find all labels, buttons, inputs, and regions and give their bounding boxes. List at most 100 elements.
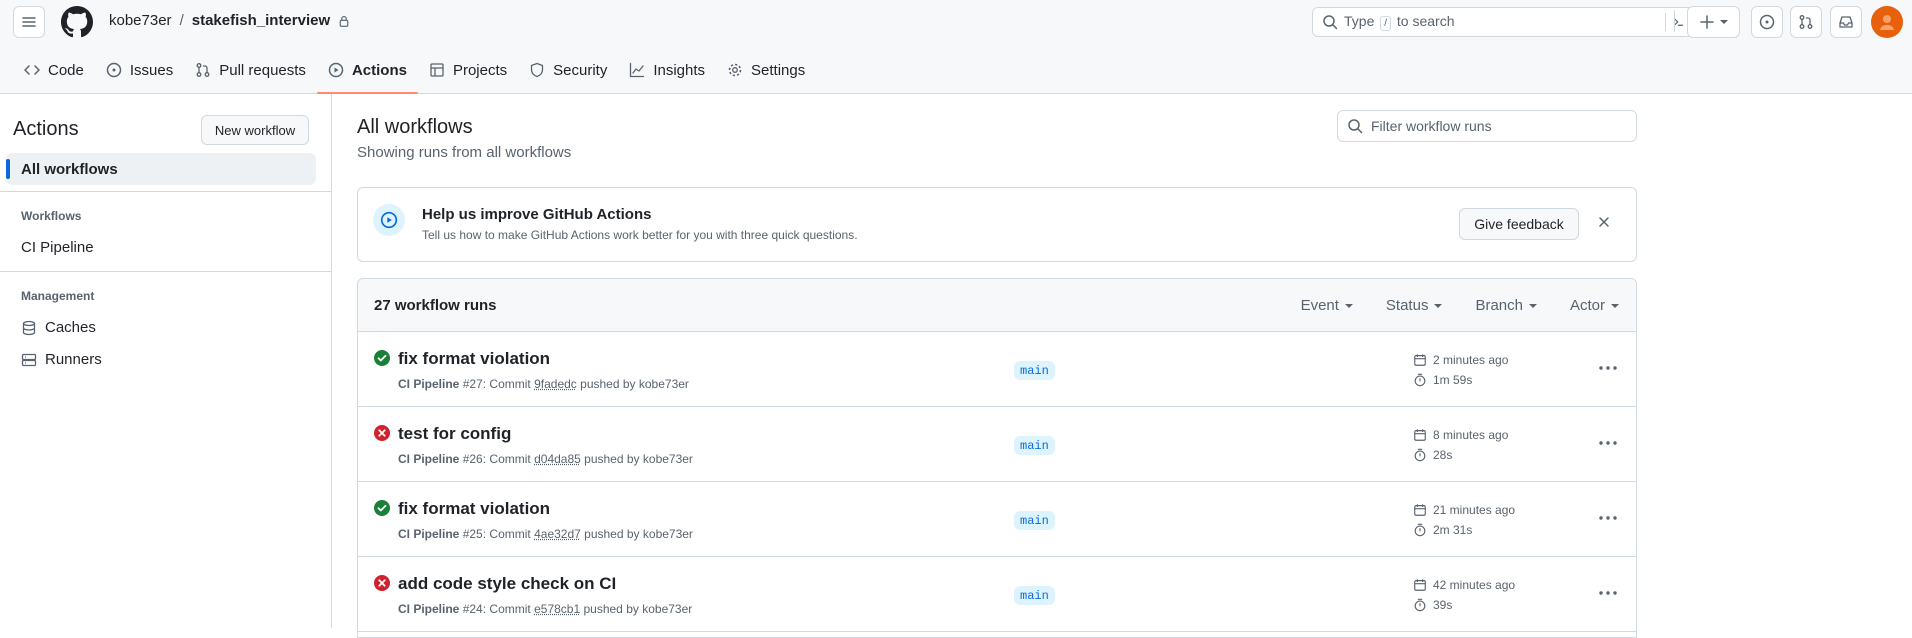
tab-label: Code (48, 61, 84, 79)
owner-link[interactable]: kobe73er (109, 12, 172, 29)
gear-icon (728, 63, 742, 77)
actor-filter[interactable]: Actor (1570, 297, 1620, 314)
kebab-horizontal-icon (1599, 441, 1617, 445)
issue-icon (106, 62, 122, 78)
global-search[interactable]: Type / to search (1312, 7, 1694, 37)
caret-down-icon (1344, 303, 1353, 308)
workflow-run-row[interactable]: test for config CI Pipeline #26: Commit … (358, 407, 1636, 482)
new-workflow-button[interactable]: New workflow (201, 115, 309, 145)
menu-button[interactable] (13, 6, 45, 38)
actions-sidebar: Actions New workflow All workflows Workf… (0, 94, 332, 628)
tab-security[interactable]: Security (518, 48, 618, 92)
run-title-link[interactable]: add code style check on CI (398, 574, 616, 594)
runs-header: 27 workflow runs Event Status Branch Act… (358, 279, 1636, 332)
workflow-run-row[interactable]: add code style check on CI CI Pipeline #… (358, 557, 1636, 632)
tab-actions[interactable]: Actions (316, 48, 418, 94)
tab-projects[interactable]: Projects (418, 48, 518, 92)
banner-text: Tell us how to make GitHub Actions work … (422, 228, 858, 242)
status-filter[interactable]: Status (1386, 297, 1444, 314)
server-icon (21, 353, 37, 366)
runs-filters: Event Status Branch Actor (1301, 297, 1620, 314)
top-header: kobe73er / stakefish_interview Type / to… (0, 0, 1912, 94)
caret-down-icon (1434, 303, 1443, 308)
run-title-link[interactable]: fix format violation (398, 499, 550, 519)
tab-code[interactable]: Code (13, 48, 95, 92)
run-menu-button[interactable] (1597, 435, 1619, 451)
stopwatch-icon (1414, 448, 1426, 462)
database-icon (22, 320, 36, 335)
sidebar-item-caches[interactable]: Caches (21, 319, 96, 336)
repo-nav-tabs: Code Issues Pull requests Actions Projec… (13, 48, 816, 94)
filter-workflow-runs-input[interactable]: Filter workflow runs (1337, 110, 1637, 142)
tab-label: Actions (351, 61, 407, 79)
run-title-link[interactable]: fix format violation (398, 349, 550, 369)
commit-sha-link[interactable]: 9fadedc (534, 377, 577, 391)
kebab-horizontal-icon (1599, 516, 1617, 520)
pull-requests-button[interactable] (1790, 6, 1822, 38)
banner-title: Help us improve GitHub Actions (422, 206, 652, 223)
search-icon (1348, 119, 1363, 134)
workflow-run-row[interactable]: fix format violation CI Pipeline #27: Co… (358, 332, 1636, 407)
tab-issues[interactable]: Issues (95, 48, 184, 92)
tab-settings[interactable]: Settings (716, 48, 816, 92)
branch-label[interactable]: main (1014, 436, 1055, 455)
shield-icon (530, 62, 544, 78)
branch-filter[interactable]: Branch (1475, 297, 1538, 314)
page-title: All workflows (357, 116, 473, 138)
run-title-link[interactable]: test for config (398, 424, 511, 444)
github-logo-icon[interactable] (61, 6, 93, 38)
sidebar-item-ci-pipeline[interactable]: CI Pipeline (21, 239, 94, 256)
sidebar-item-label: Caches (45, 319, 96, 336)
run-menu-button[interactable] (1597, 510, 1619, 526)
repo-link[interactable]: stakefish_interview (192, 12, 330, 29)
user-avatar[interactable] (1871, 6, 1903, 38)
run-duration: 2m 31s (1413, 523, 1472, 537)
issues-button[interactable] (1751, 6, 1783, 38)
workflow-runs-list: 27 workflow runs Event Status Branch Act… (357, 278, 1637, 638)
run-menu-button[interactable] (1597, 360, 1619, 376)
sidebar-item-runners[interactable]: Runners (21, 351, 102, 368)
run-menu-button[interactable] (1597, 585, 1619, 601)
tab-label: Pull requests (219, 61, 306, 79)
graph-icon (630, 62, 645, 78)
give-feedback-button[interactable]: Give feedback (1459, 208, 1579, 240)
dismiss-banner-button[interactable] (1596, 214, 1612, 230)
commit-sha-link[interactable]: e578cb1 (534, 602, 580, 616)
x-circle-icon (374, 425, 390, 441)
caret-down-icon (1528, 303, 1537, 308)
commit-sha-link[interactable]: 4ae32d7 (534, 527, 581, 541)
branch-label[interactable]: main (1014, 586, 1055, 605)
issue-opened-icon (1759, 14, 1775, 30)
run-time: 2 minutes ago (1413, 353, 1508, 367)
branch-label[interactable]: main (1014, 361, 1055, 380)
run-duration: 1m 59s (1413, 373, 1472, 387)
tab-pull-requests[interactable]: Pull requests (184, 48, 317, 92)
tab-label: Issues (129, 61, 174, 79)
calendar-icon (1414, 354, 1426, 366)
inbox-icon (1839, 16, 1853, 28)
commit-sha-link[interactable]: d04da85 (534, 452, 581, 466)
breadcrumb: kobe73er / stakefish_interview (109, 12, 350, 29)
create-new-button[interactable] (1687, 6, 1740, 38)
tab-label: Insights (653, 61, 706, 79)
pull-request-icon (1799, 15, 1813, 29)
sidebar-divider (0, 271, 331, 272)
stopwatch-icon (1414, 373, 1426, 387)
event-filter[interactable]: Event (1301, 297, 1354, 314)
caret-down-icon (1611, 303, 1619, 308)
runs-count: 27 workflow runs (374, 297, 497, 314)
header-row: kobe73er / stakefish_interview Type / to… (0, 0, 1912, 44)
sidebar-item-label: Runners (45, 351, 102, 368)
check-circle-icon (374, 500, 390, 516)
header-divider (1674, 10, 1675, 32)
calendar-icon (1414, 429, 1426, 441)
tab-label: Projects (452, 61, 508, 79)
branch-label[interactable]: main (1014, 511, 1055, 530)
run-duration: 28s (1413, 448, 1452, 462)
run-meta: CI Pipeline #25: Commit 4ae32d7 pushed b… (398, 527, 693, 541)
tab-insights[interactable]: Insights (618, 48, 716, 92)
sidebar-item-all-workflows[interactable]: All workflows (6, 153, 316, 185)
workflow-run-row[interactable]: fix format violation CI Pipeline #25: Co… (358, 482, 1636, 557)
inbox-button[interactable] (1830, 6, 1862, 38)
command-palette-button[interactable] (1665, 13, 1685, 31)
